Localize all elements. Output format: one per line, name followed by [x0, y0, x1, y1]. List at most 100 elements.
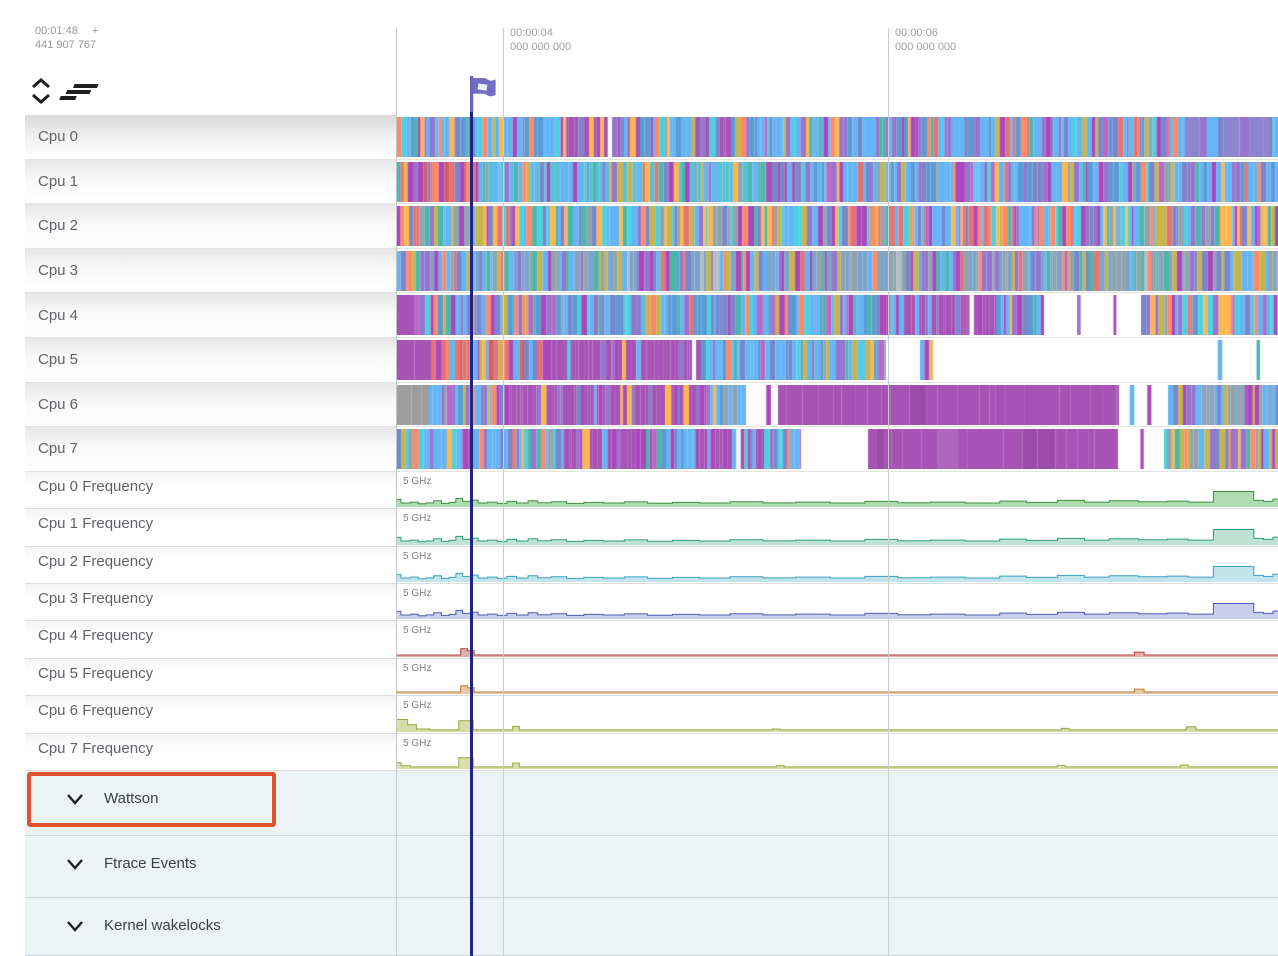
freq-area-chart[interactable] [396, 472, 1278, 508]
group-row-ftrace-events[interactable]: Ftrace Events [25, 836, 1278, 898]
freq-track-row[interactable]: Cpu 0 Frequency 5 GHz [25, 472, 1278, 509]
freq-track-shell[interactable]: Cpu 6 Frequency [25, 696, 396, 732]
group-row-wattson[interactable]: Wattson [25, 771, 1278, 836]
unfold-tracks-button[interactable] [30, 78, 52, 104]
cpu-track-label: Cpu 5 [38, 351, 78, 368]
freq-area-chart[interactable] [396, 697, 1278, 733]
freq-track-label: Cpu 1 Frequency [38, 515, 153, 532]
cpu-track-row[interactable]: Cpu 7 [25, 427, 1278, 472]
sort-tracks-button[interactable] [58, 84, 99, 102]
cpu-track-row[interactable]: Cpu 2 [25, 204, 1278, 249]
freq-track-shell[interactable]: Cpu 3 Frequency [25, 584, 396, 620]
freq-area-chart[interactable] [396, 622, 1278, 658]
cpu-track-label: Cpu 2 [38, 217, 78, 234]
group-row-kernel-wakelocks[interactable]: Kernel wakelocks [25, 898, 1278, 956]
cpu-track-label: Cpu 3 [38, 262, 78, 279]
panel-border-line [396, 28, 397, 956]
group-header[interactable]: Wattson [25, 771, 1278, 826]
freq-track-row[interactable]: Cpu 3 Frequency 5 GHz [25, 584, 1278, 621]
freq-track-shell[interactable]: Cpu 2 Frequency [25, 547, 396, 583]
freq-track-shell[interactable]: Cpu 0 Frequency [25, 472, 396, 508]
freq-track-label: Cpu 2 Frequency [38, 553, 153, 570]
timescale-plus: + [92, 25, 98, 37]
cpu-track-row[interactable]: Cpu 3 [25, 249, 1278, 294]
freq-area-chart[interactable] [396, 510, 1278, 546]
freq-track-row[interactable]: Cpu 7 Frequency 5 GHz [25, 734, 1278, 771]
cpu-sched-slices[interactable] [396, 429, 1278, 469]
cpu-track-shell[interactable]: Cpu 6 [25, 383, 396, 427]
cpu-track-label: Cpu 7 [38, 440, 78, 457]
group-header[interactable]: Kernel wakelocks [25, 898, 1278, 953]
freq-track-label: Cpu 7 Frequency [38, 740, 153, 757]
cpu-track-shell[interactable]: Cpu 3 [25, 249, 396, 293]
freq-track-label: Cpu 3 Frequency [38, 590, 153, 607]
freq-track-label: Cpu 0 Frequency [38, 478, 153, 495]
freq-track-row[interactable]: Cpu 5 Frequency 5 GHz [25, 659, 1278, 696]
freq-axis-label: 5 GHz [403, 738, 431, 749]
cpu-track-label: Cpu 4 [38, 307, 78, 324]
cpu-track-row[interactable]: Cpu 4 [25, 293, 1278, 338]
freq-track-shell[interactable]: Cpu 7 Frequency [25, 734, 396, 770]
cpu-track-row[interactable]: Cpu 1 [25, 160, 1278, 205]
freq-track-shell[interactable]: Cpu 1 Frequency [25, 509, 396, 545]
cpu-track-row[interactable]: Cpu 5 [25, 338, 1278, 383]
freq-area-chart[interactable] [396, 547, 1278, 583]
freq-track-row[interactable]: Cpu 6 Frequency 5 GHz [25, 696, 1278, 733]
viewport-timestamp: 00:01:48 + 441 907 767 [35, 24, 98, 52]
cpu-sched-slices[interactable] [396, 206, 1278, 246]
cpu-track-shell[interactable]: Cpu 1 [25, 160, 396, 204]
freq-axis-label: 5 GHz [403, 476, 431, 487]
freq-track-label: Cpu 6 Frequency [38, 702, 153, 719]
cpu-track-row[interactable]: Cpu 6 [25, 383, 1278, 428]
ruler-gridline-4s [503, 28, 504, 956]
group-label: Wattson [104, 790, 158, 807]
chevron-down-icon[interactable] [66, 858, 84, 870]
cpu-track-shell[interactable]: Cpu 4 [25, 293, 396, 337]
viewport-time-line2: 441 907 767 [35, 38, 98, 52]
cpu-track-label: Cpu 6 [38, 396, 78, 413]
cpu-sched-slices[interactable] [396, 162, 1278, 202]
freq-track-row[interactable]: Cpu 4 Frequency 5 GHz [25, 621, 1278, 658]
freq-axis-label: 5 GHz [403, 700, 431, 711]
chevron-down-icon[interactable] [66, 793, 84, 805]
freq-track-label: Cpu 5 Frequency [38, 665, 153, 682]
ruler-gridline-6s [888, 28, 889, 956]
cpu-sched-slices[interactable] [396, 251, 1278, 291]
cpu-track-shell[interactable]: Cpu 2 [25, 204, 396, 248]
cpu-track-label: Cpu 1 [38, 173, 78, 190]
group-label: Ftrace Events [104, 855, 197, 872]
cpu-track-row[interactable]: Cpu 0 [25, 115, 1278, 160]
freq-area-chart[interactable] [396, 734, 1278, 770]
trace-viewer: 00:01:48 + 441 907 767 00:00:04000 000 00… [0, 0, 1278, 956]
freq-track-row[interactable]: Cpu 2 Frequency 5 GHz [25, 547, 1278, 584]
freq-area-chart[interactable] [396, 584, 1278, 620]
flag-marker-line[interactable] [470, 106, 473, 956]
cpu-sched-slices[interactable] [396, 385, 1278, 425]
freq-axis-label: 5 GHz [403, 625, 431, 636]
flag-marker-icon[interactable] [464, 74, 500, 119]
freq-track-row[interactable]: Cpu 1 Frequency 5 GHz [25, 509, 1278, 546]
chevron-down-icon[interactable] [66, 920, 84, 932]
sort-icon [59, 84, 99, 100]
ruler-tick-label: 00:00:06000 000 000 [895, 26, 956, 54]
freq-axis-label: 5 GHz [403, 551, 431, 562]
freq-track-shell[interactable]: Cpu 4 Frequency [25, 621, 396, 657]
viewport-time-line1: 00:01:48 [35, 25, 78, 37]
cpu-sched-slices[interactable] [396, 117, 1278, 157]
freq-axis-label: 5 GHz [403, 663, 431, 674]
ruler-tick-label: 00:00:04000 000 000 [510, 26, 571, 54]
freq-area-chart[interactable] [396, 659, 1278, 695]
freq-axis-label: 5 GHz [403, 513, 431, 524]
cpu-sched-slices[interactable] [396, 295, 1278, 335]
group-header[interactable]: Ftrace Events [25, 836, 1278, 891]
freq-axis-label: 5 GHz [403, 588, 431, 599]
cpu-track-shell[interactable]: Cpu 7 [25, 427, 396, 471]
cpu-track-shell[interactable]: Cpu 5 [25, 338, 396, 382]
freq-track-shell[interactable]: Cpu 5 Frequency [25, 659, 396, 695]
cpu-track-shell[interactable]: Cpu 0 [25, 115, 396, 159]
group-label: Kernel wakelocks [104, 917, 221, 934]
unfold-more-icon [30, 78, 52, 104]
freq-track-label: Cpu 4 Frequency [38, 627, 153, 644]
cpu-sched-slices[interactable] [396, 340, 1278, 380]
cpu-track-label: Cpu 0 [38, 128, 78, 145]
